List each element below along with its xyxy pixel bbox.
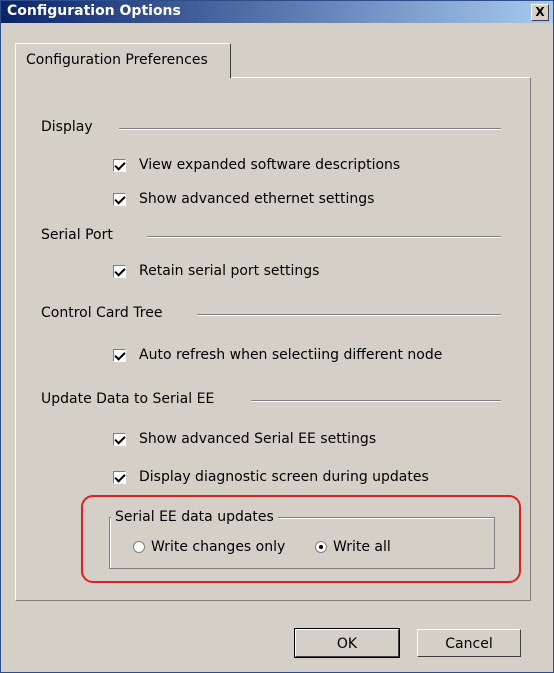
- section-divider: [197, 314, 501, 316]
- title-bar[interactable]: Configuration Options X: [1, 1, 553, 23]
- section-update-data: Update Data to Serial EE: [41, 391, 501, 411]
- section-divider: [119, 128, 501, 130]
- configuration-options-dialog: Configuration Options X Configuration Pr…: [0, 0, 554, 673]
- checkbox-checked-icon[interactable]: [113, 193, 126, 206]
- show-serial-ee-label: Show advanced Serial EE settings: [139, 431, 377, 447]
- section-divider: [147, 236, 501, 238]
- view-expanded-label: View expanded software descriptions: [139, 157, 401, 173]
- checkbox-checked-icon[interactable]: [113, 471, 126, 484]
- auto-refresh-label: Auto refresh when selectiing different n…: [139, 347, 443, 363]
- section-serial-port-label: Serial Port: [41, 227, 123, 243]
- cancel-button[interactable]: Cancel: [417, 629, 521, 657]
- section-control-card-tree-label: Control Card Tree: [41, 305, 173, 321]
- checkbox-checked-icon[interactable]: [113, 159, 126, 172]
- show-ethernet-label: Show advanced ethernet settings: [139, 191, 375, 207]
- highlight-annotation: [81, 495, 521, 583]
- section-control-card-tree: Control Card Tree: [41, 305, 501, 325]
- retain-serial-label: Retain serial port settings: [139, 263, 320, 279]
- ok-button[interactable]: OK: [294, 628, 400, 658]
- section-divider: [251, 400, 501, 402]
- tab-configuration-preferences[interactable]: Configuration Preferences: [15, 43, 231, 78]
- section-display: Display: [41, 119, 501, 139]
- checkbox-checked-icon[interactable]: [113, 349, 126, 362]
- tab-label: Configuration Preferences: [26, 52, 208, 68]
- close-button[interactable]: X: [531, 4, 549, 21]
- section-display-label: Display: [41, 119, 103, 135]
- section-serial-port: Serial Port: [41, 227, 501, 247]
- checkbox-checked-icon[interactable]: [113, 433, 126, 446]
- display-diag-label: Display diagnostic screen during updates: [139, 469, 429, 485]
- checkbox-checked-icon[interactable]: [113, 265, 126, 278]
- section-update-data-label: Update Data to Serial EE: [41, 391, 225, 407]
- window-title: Configuration Options: [7, 3, 181, 19]
